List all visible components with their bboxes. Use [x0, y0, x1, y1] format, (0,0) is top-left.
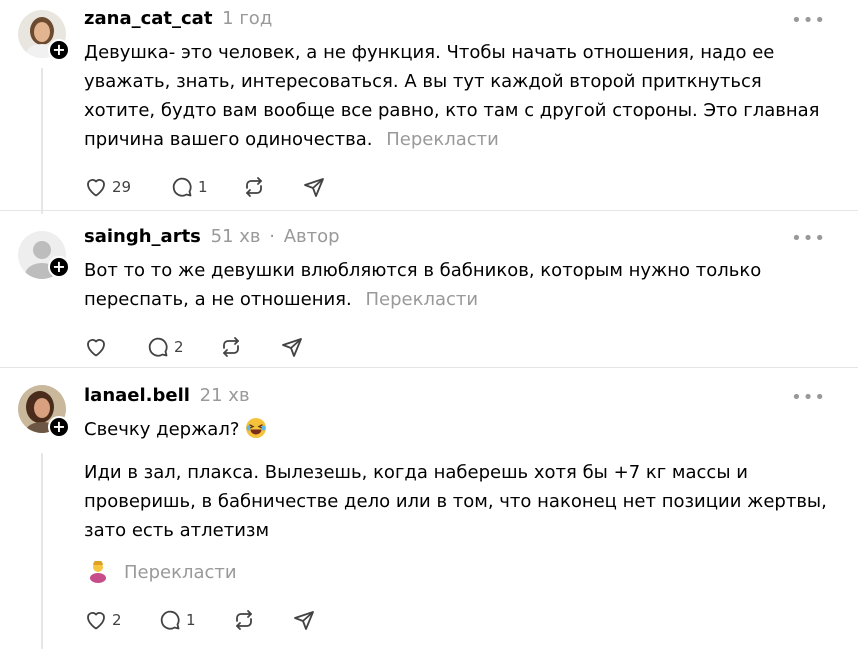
send-icon: [282, 338, 302, 357]
translate-link[interactable]: Перекласти: [386, 129, 499, 150]
author-tag: Автор: [283, 226, 340, 247]
heart-icon: [87, 339, 105, 357]
thread-line: [41, 453, 43, 649]
translate-link[interactable]: Перекласти: [124, 562, 237, 583]
repost-button[interactable]: [242, 174, 266, 200]
post-header: saingh_arts 51 хв · Автор: [84, 226, 340, 250]
heart-icon: [87, 179, 105, 197]
username[interactable]: zana_cat_cat: [84, 8, 212, 29]
heart-icon: [87, 612, 105, 630]
username[interactable]: saingh_arts: [84, 226, 201, 247]
reply-count: 2: [174, 338, 184, 356]
laughing-emoji-icon: [245, 417, 267, 439]
timestamp[interactable]: 21 хв: [200, 385, 250, 406]
repost-icon: [223, 337, 239, 357]
send-icon: [304, 178, 324, 197]
follow-plus-icon[interactable]: +: [48, 39, 70, 61]
post-text: Иди в зал, плакса. Вылезешь, когда набер…: [84, 458, 832, 545]
username[interactable]: lanael.bell: [84, 385, 190, 406]
thread-line: [41, 68, 43, 214]
like-count: 2: [112, 611, 122, 629]
post-text-line1: Свечку держал?: [84, 415, 832, 444]
share-button[interactable]: [292, 607, 316, 633]
separator: ·: [269, 226, 275, 247]
translate-row: Перекласти: [88, 560, 237, 584]
repost-button[interactable]: [232, 607, 256, 633]
post-text: Вот то то же девушки влюбляются в бабник…: [84, 256, 832, 314]
repost-button[interactable]: [219, 334, 243, 360]
repost-icon: [236, 610, 252, 630]
reply-button[interactable]: 1: [170, 174, 208, 200]
like-button[interactable]: [84, 334, 108, 360]
post-header: lanael.bell 21 хв: [84, 385, 250, 409]
reply-button[interactable]: 1: [158, 607, 196, 633]
comment-icon: [148, 337, 168, 357]
comment-icon: [172, 177, 192, 197]
reply-count: 1: [198, 178, 208, 196]
share-button[interactable]: [302, 174, 326, 200]
more-options-icon[interactable]: •••: [791, 389, 826, 407]
post-header: zana_cat_cat 1 год: [84, 8, 272, 32]
share-button[interactable]: [280, 334, 304, 360]
post-body: Иди в зал, плакса. Вылезешь, когда набер…: [84, 462, 827, 541]
like-count: 29: [112, 178, 132, 196]
like-button[interactable]: 2: [84, 607, 122, 633]
post-text: Девушка- это человек, а не функция. Чтоб…: [84, 38, 832, 154]
more-options-icon[interactable]: •••: [791, 230, 826, 248]
follow-plus-icon[interactable]: +: [48, 256, 70, 278]
follow-plus-icon[interactable]: +: [48, 416, 70, 438]
repost-icon: [246, 177, 262, 197]
post-body-line1: Свечку держал?: [84, 419, 240, 440]
timestamp[interactable]: 1 год: [222, 8, 272, 29]
reply-button[interactable]: 2: [146, 334, 184, 360]
like-button[interactable]: 29: [84, 174, 131, 200]
post-2: + saingh_arts 51 хв · Автор ••• Вот то т…: [0, 211, 858, 367]
reply-count: 1: [186, 611, 196, 629]
comment-icon: [160, 610, 180, 630]
post-1: + zana_cat_cat 1 год ••• Девушка- это че…: [0, 0, 858, 214]
translate-link[interactable]: Перекласти: [365, 289, 478, 310]
send-icon: [294, 611, 314, 630]
more-options-icon[interactable]: •••: [791, 12, 826, 30]
timestamp[interactable]: 51 хв: [211, 226, 261, 247]
person-gesture-icon: [88, 560, 108, 583]
post-3: + lanael.bell 21 хв ••• Свечку держал? И…: [0, 368, 858, 649]
